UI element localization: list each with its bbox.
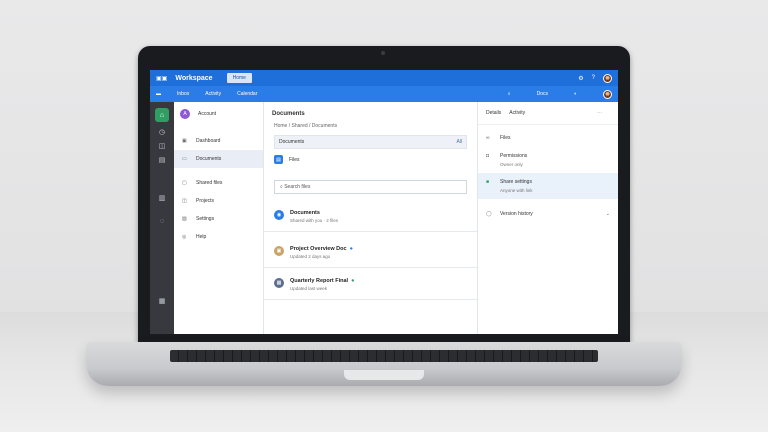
search-placeholder: Search files: [284, 184, 311, 190]
search-input[interactable]: ⌕ Search files: [274, 180, 467, 194]
app-topbar: ▣▣ Workspace Home ⚙ ?: [150, 70, 618, 86]
entry-subtitle: Updated 2 days ago: [290, 254, 331, 259]
app-logo: ▣▣: [156, 75, 168, 82]
panel-item-label: Permissions: [500, 153, 528, 159]
panel-item-share[interactable]: ■ Share settings Anyone with link: [478, 173, 618, 199]
entry-title: Project Overview Doc ●: [290, 246, 353, 252]
help-circle-icon: ◎: [182, 234, 187, 240]
nav-item-calendar[interactable]: Calendar: [237, 91, 257, 97]
files-row[interactable]: ▤ Files: [264, 149, 477, 166]
list-item[interactable]: ◉ Documents Shared with you · 2 files: [264, 202, 477, 232]
entry-title: Documents: [290, 210, 320, 216]
chevron-down-icon[interactable]: ⌄: [606, 211, 610, 217]
sidebar-item-dashboard[interactable]: ▣ Dashboard: [174, 132, 263, 150]
more-icon[interactable]: ···: [597, 110, 602, 116]
laptop-screen: ▣▣ Workspace Home ⚙ ? ▬ Inbox Activity C…: [150, 70, 618, 334]
nav-item-inbox[interactable]: Inbox: [177, 91, 189, 97]
sidebar-item-projects[interactable]: ◫ Projects: [174, 192, 263, 210]
app-brand: Workspace: [175, 74, 213, 82]
shield-icon: ■: [486, 179, 490, 185]
rail-home-icon[interactable]: ⌂: [155, 108, 169, 122]
gear-icon: ▨: [182, 216, 187, 222]
folder-icon: ▭: [182, 156, 187, 162]
account-avatar: A: [180, 109, 190, 119]
sidebar-item-help[interactable]: ◎ Help: [174, 228, 263, 246]
document-icon: ◉: [274, 210, 284, 220]
filter-dropdown[interactable]: All: [456, 139, 462, 145]
clock-icon: ◯: [486, 211, 492, 217]
help-icon[interactable]: ?: [592, 75, 595, 81]
rail-apps-icon[interactable]: ▦: [159, 297, 166, 305]
sidebar-item-label: Dashboard: [196, 138, 221, 144]
laptop-lid: ▣▣ Workspace Home ⚙ ? ▬ Inbox Activity C…: [138, 46, 630, 344]
entry-title-text: Quarterly Report Final: [290, 278, 349, 284]
panel-item-history[interactable]: ◯ Version history ⌄: [478, 205, 618, 223]
app-rail: ⌂ ◷ ◫ ▤ ▥ ◌ ▦: [150, 102, 174, 334]
panel-item-files[interactable]: ∞ Files: [478, 129, 618, 147]
tab-details[interactable]: Details: [486, 110, 501, 116]
tab-activity[interactable]: Activity: [509, 110, 525, 116]
link-icon: ∞: [486, 135, 490, 141]
sidebar-account[interactable]: A Account: [174, 102, 263, 126]
files-icon: ▤: [274, 155, 283, 164]
list-item[interactable]: ▦ Quarterly Report Final ● Updated last w…: [264, 268, 477, 300]
section-label: Documents: [279, 139, 305, 145]
rail-chat-icon[interactable]: ◫: [159, 142, 166, 150]
layers-icon: ◫: [182, 198, 187, 204]
panel-tabs: Details Activity ···: [478, 102, 618, 125]
laptop-base: [86, 342, 682, 386]
nav-item-docs[interactable]: Docs: [537, 91, 548, 97]
sidebar-item-label: Documents: [196, 156, 222, 162]
panel-item-label: Share settings: [500, 179, 532, 185]
refresh-icon[interactable]: ◐: [574, 91, 577, 97]
details-panel: Details Activity ··· ∞ Files ◘ Permissio…: [478, 102, 618, 334]
account-label: Account: [198, 111, 217, 117]
panel-item-sub: Owner only: [500, 162, 523, 167]
main-content: Documents Home / Shared / Documents Docu…: [264, 102, 478, 334]
sidebar-item-label: Projects: [196, 198, 215, 204]
entry-title: Quarterly Report Final ●: [290, 278, 354, 284]
sidebar-item-label: Shared files: [196, 180, 223, 186]
panel-item-permissions[interactable]: ◘ Permissions Owner only: [478, 147, 618, 173]
file-icon: ▣: [274, 246, 284, 256]
rail-clock-icon[interactable]: ◷: [159, 128, 165, 136]
sidebar: A Account ▣ Dashboard ▭ Documents ▢ Shar…: [174, 102, 264, 334]
sidebar-item-settings[interactable]: ▨ Settings: [174, 210, 263, 228]
rail-doc-icon[interactable]: ▤: [159, 156, 166, 164]
keyboard: [170, 350, 598, 362]
verified-icon: ●: [351, 278, 355, 284]
sidebar-item-label: Help: [196, 234, 207, 240]
trackpad-notch: [344, 370, 424, 380]
entry-subtitle: Updated last week: [290, 286, 328, 291]
report-icon: ▦: [274, 278, 284, 288]
panel-item-sub: Anyone with link: [500, 188, 533, 193]
panel-item-label: Version history: [500, 211, 533, 217]
lock-icon: ◘: [486, 153, 490, 159]
rail-files-icon[interactable]: ▥: [159, 194, 166, 202]
settings-icon[interactable]: ⚙: [578, 75, 583, 82]
entry-subtitle: Shared with you · 2 files: [290, 218, 339, 223]
search-icon[interactable]: ⌕: [508, 91, 511, 97]
app-navbar: ▬ Inbox Activity Calendar ⌕ Docs ◐: [150, 86, 618, 102]
files-label: Files: [289, 156, 300, 163]
webcam: [381, 51, 385, 55]
home-tab[interactable]: Home: [226, 73, 252, 83]
menu-icon[interactable]: ▬: [156, 91, 161, 97]
share-icon: ▢: [182, 180, 187, 186]
sidebar-item-shared[interactable]: ▢ Shared files: [174, 174, 263, 192]
nav-avatar[interactable]: [603, 89, 612, 99]
panel-item-label: Files: [500, 135, 511, 141]
entry-title-text: Project Overview Doc: [290, 246, 347, 252]
list-item[interactable]: ▣ Project Overview Doc ● Updated 2 days a…: [264, 232, 477, 268]
page-title: Documents: [272, 111, 305, 117]
user-avatar[interactable]: [603, 73, 612, 83]
nav-item-activity[interactable]: Activity: [205, 91, 221, 97]
sidebar-item-documents[interactable]: ▭ Documents: [174, 150, 263, 168]
grid-icon: ▣: [182, 138, 187, 144]
section-bar: Documents All: [274, 135, 467, 149]
rail-help-icon[interactable]: ◌: [160, 218, 164, 225]
info-icon: ●: [349, 246, 353, 252]
breadcrumb[interactable]: Home / Shared / Documents: [264, 123, 477, 135]
sidebar-item-label: Settings: [196, 216, 215, 222]
